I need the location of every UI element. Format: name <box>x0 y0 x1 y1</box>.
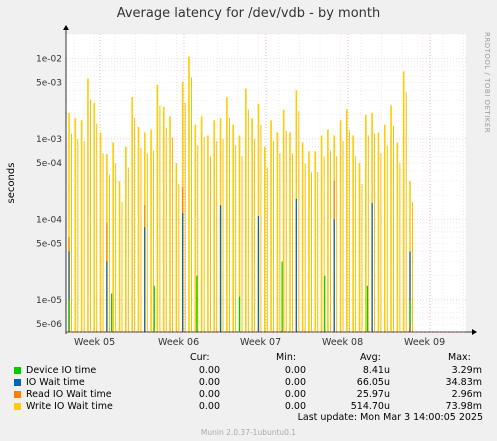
y-tick-labels: 5e-06 1e-05 5e-05 1e-04 5e-04 1e-03 5e-03 1e-02 <box>36 54 62 330</box>
legend-max-value: 2.96m <box>451 389 482 400</box>
y-axis-label: seconds <box>6 163 17 204</box>
legend-series-name: Device IO time <box>26 365 97 376</box>
last-update: Last update: Mon Mar 3 14:00:05 2025 <box>297 412 483 423</box>
legend-avg-value: 25.97u <box>356 389 390 400</box>
legend-series-name: Write IO Wait time <box>26 401 113 412</box>
legend-max-value: 34.83m <box>445 377 482 388</box>
legend-max-value: 73.98m <box>445 401 482 412</box>
legend-avg-value: 514.70u <box>350 401 390 412</box>
y-tick-label: 5e-04 <box>36 159 62 169</box>
latency-chart: 5e-06 1e-05 5e-05 1e-04 5e-04 1e-03 5e-03 1e-02… <box>6 25 477 348</box>
legend-series-name: Read IO Wait time <box>26 389 112 400</box>
legend-series-name: IO Wait time <box>26 377 85 388</box>
y-tick-label: 5e-06 <box>36 320 62 330</box>
legend-swatch <box>14 391 21 398</box>
x-tick-label: Week 07 <box>240 337 281 348</box>
legend-max-value: 3.29m <box>451 365 482 376</box>
legend-header-avg: Avg: <box>360 352 381 363</box>
y-tick-label: 5e-03 <box>36 79 62 89</box>
legend-min-value: 0.00 <box>284 365 306 376</box>
legend-avg-value: 8.41u <box>362 365 390 376</box>
y-tick-label: 1e-04 <box>36 215 62 225</box>
y-axis-arrow <box>63 25 69 30</box>
y-tick-label: 1e-02 <box>36 54 62 64</box>
legend-cur-value: 0.00 <box>198 377 220 388</box>
legend-cur-value: 0.00 <box>198 389 220 400</box>
legend-swatch <box>14 403 21 410</box>
legend-min-value: 0.00 <box>284 401 306 412</box>
y-tick-label: 1e-03 <box>36 135 62 145</box>
legend-cur-value: 0.00 <box>198 365 220 376</box>
x-axis-arrow <box>472 329 477 335</box>
footer-version: Munin 2.0.37-1ubuntu0.1 <box>200 428 297 437</box>
x-tick-label: Week 06 <box>158 337 199 348</box>
legend-cur-value: 0.00 <box>198 401 220 412</box>
x-tick-label: Week 08 <box>322 337 363 348</box>
legend-row: Device IO time 0.00 0.00 8.41u 3.29m <box>0 365 497 377</box>
y-tick-label: 5e-05 <box>36 240 62 250</box>
legend-header-max: Max: <box>448 352 471 363</box>
x-tick-label: Week 09 <box>404 337 445 348</box>
legend-header-cur: Cur: <box>190 352 210 363</box>
legend-row: Read IO Wait time 0.00 0.00 25.97u 2.96m <box>0 389 497 401</box>
legend-avg-value: 66.05u <box>356 377 390 388</box>
legend-min-value: 0.00 <box>284 377 306 388</box>
legend-min-value: 0.00 <box>284 389 306 400</box>
y-tick-label: 1e-05 <box>36 296 62 306</box>
legend-row: IO Wait time 0.00 0.00 66.05u 34.83m <box>0 377 497 389</box>
x-tick-label: Week 05 <box>74 337 115 348</box>
x-tick-labels: Week 05 Week 06 Week 07 Week 08 Week 09 <box>74 337 445 348</box>
legend-header-min: Min: <box>276 352 297 363</box>
legend-swatch <box>14 379 21 386</box>
legend-swatch <box>14 367 21 374</box>
